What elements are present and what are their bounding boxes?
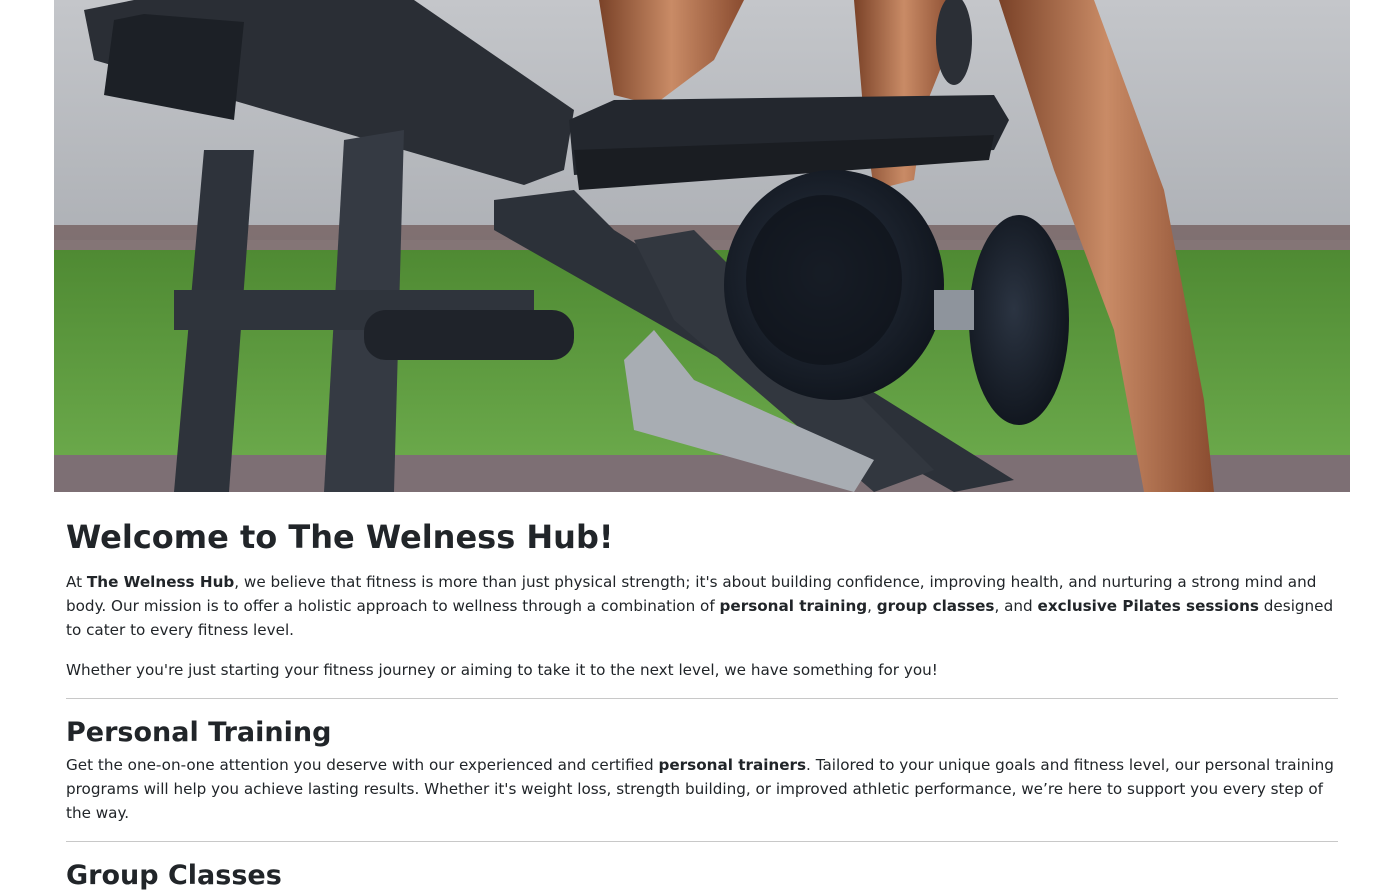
- intro-text: ,: [867, 597, 877, 615]
- personal-training-text: Get the one-on-one attention you deserve…: [66, 756, 659, 774]
- personal-training-heading: Personal Training: [66, 717, 332, 748]
- hero-image: [54, 0, 1350, 492]
- personal-trainers-highlight: personal trainers: [658, 756, 807, 774]
- group-classes-heading: Group Classes: [66, 860, 282, 891]
- personal-training-highlight: personal training: [719, 597, 868, 615]
- intro-paragraph: At The Welness Hub, we believe that fitn…: [66, 570, 1338, 642]
- section-divider: [66, 698, 1338, 699]
- gym-bench-dumbbell-image: [54, 0, 1350, 492]
- intro-text: At: [66, 573, 87, 591]
- group-classes-highlight: group classes: [876, 597, 995, 615]
- personal-training-paragraph: Get the one-on-one attention you deserve…: [66, 753, 1338, 825]
- main-content: Welcome to The Welness Hub! At The Welne…: [66, 492, 1338, 892]
- page-title: Welcome to The Welness Hub!: [66, 518, 614, 556]
- tagline-paragraph: Whether you're just starting your fitnes…: [66, 661, 938, 679]
- pilates-highlight: exclusive Pilates sessions: [1037, 597, 1259, 615]
- section-divider: [66, 841, 1338, 842]
- intro-text: , and: [994, 597, 1038, 615]
- brand-name: The Welness Hub: [86, 573, 235, 591]
